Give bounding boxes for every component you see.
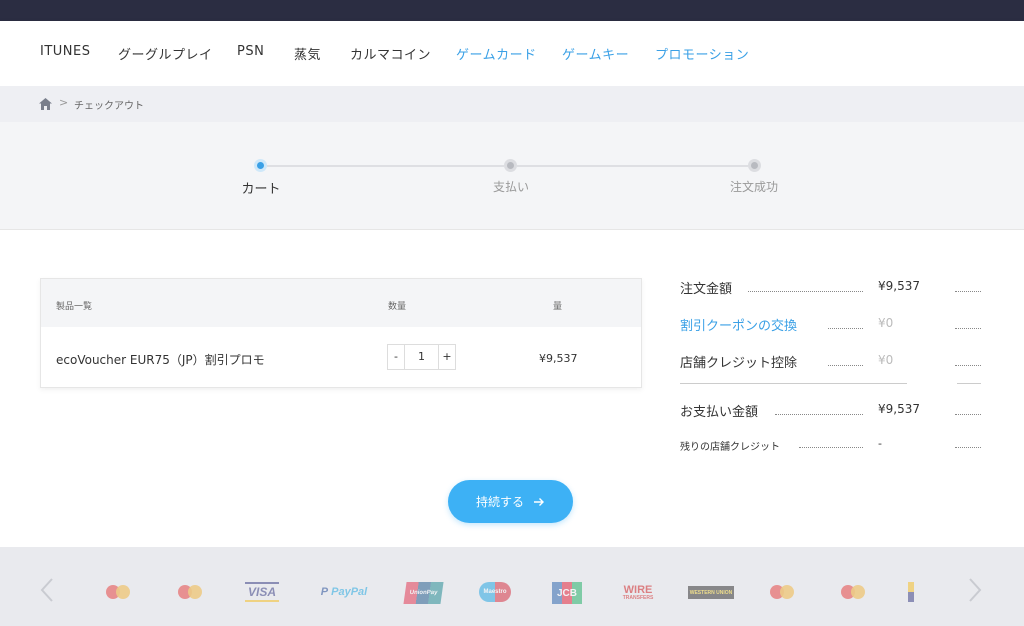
checkout-steps: カート 支払い 注文成功 — [0, 122, 1024, 230]
nav-item-google-play[interactable]: グーグルプレイ — [118, 44, 213, 63]
summary-divider — [680, 383, 907, 384]
breadcrumb: > チェックアウト — [0, 86, 1024, 122]
breadcrumb-separator: > — [59, 96, 69, 109]
cart-item-name: ecoVoucher EUR75（JP）割引プロモ — [56, 353, 265, 367]
leader-dots — [828, 328, 863, 329]
paypal-logo-text: PayPal — [331, 586, 368, 598]
step-line — [517, 165, 748, 167]
leader-dots — [955, 365, 981, 366]
western-union-logo: WESTERN UNION — [688, 586, 734, 599]
wire-transfer-logo: WIRE TRANSFERS — [620, 582, 656, 604]
continue-button-label: 持続する — [475, 495, 524, 509]
leader-dots — [799, 447, 863, 448]
mastercard-logo — [178, 582, 202, 602]
main-nav: ITUNES グーグルプレイ PSN 蒸気 カルマコイン ゲームカード ゲームキ… — [0, 21, 1024, 86]
paypal-logo: P PayPal — [320, 582, 368, 602]
continue-button[interactable]: 持続する — [448, 480, 573, 523]
step-dot-cart — [254, 159, 267, 172]
payment-amount-value: ¥9,537 — [878, 402, 920, 416]
nav-item-karma-koin[interactable]: カルマコイン — [350, 44, 431, 63]
coupon-value: ¥0 — [878, 316, 894, 330]
leader-dots — [955, 447, 981, 448]
store-credit-label: 店舗クレジット控除 — [680, 356, 798, 371]
jcb-logo: JCB — [552, 582, 582, 604]
leader-dots — [748, 291, 863, 292]
mastercard-logo — [106, 582, 130, 602]
paypal-logo-mark: P — [320, 586, 329, 598]
partial-logo — [908, 582, 914, 602]
payment-methods-carousel: VISA P PayPal UnionPay Maestro JCB WIRE T… — [0, 547, 1024, 626]
step-label-success: 注文成功 — [729, 180, 779, 194]
maestro-logo: Maestro — [479, 582, 511, 602]
step-label-cart: カート — [241, 182, 281, 197]
breadcrumb-current: チェックアウト — [74, 101, 144, 112]
order-total-label: 注文金額 — [680, 282, 733, 297]
remaining-credit-label: 残りの店舗クレジット — [680, 442, 780, 453]
remaining-credit-value: - — [878, 437, 882, 450]
nav-item-promotions[interactable]: プロモーション — [655, 44, 749, 63]
quantity-value[interactable]: 1 — [405, 345, 438, 369]
step-line — [267, 165, 504, 167]
header-quantity: 数量 — [388, 302, 407, 312]
nav-item-psn[interactable]: PSN — [237, 44, 264, 59]
quantity-increase-button[interactable]: + — [438, 345, 455, 369]
nav-item-itunes[interactable]: ITUNES — [40, 44, 90, 59]
leader-dots — [955, 291, 981, 292]
wire-logo-subtext: TRANSFERS — [622, 595, 654, 601]
cart-item-price: ¥9,537 — [539, 352, 578, 365]
leader-dots — [955, 414, 981, 415]
chevron-right-icon[interactable] — [968, 577, 982, 603]
order-total-value: ¥9,537 — [878, 279, 920, 293]
chevron-left-icon[interactable] — [40, 577, 54, 603]
nav-item-game-cards[interactable]: ゲームカード — [456, 44, 537, 63]
leader-dots — [828, 365, 863, 366]
arrow-right-icon — [534, 497, 544, 506]
cart-table-header: 製品一覧 数量 量 — [41, 279, 641, 327]
header-product: 製品一覧 — [56, 302, 93, 312]
payment-amount-label: お支払い金額 — [680, 405, 759, 420]
mastercard-logo — [841, 582, 865, 602]
visa-logo: VISA — [245, 582, 279, 602]
header-price: 量 — [553, 302, 563, 312]
leader-dots — [775, 414, 863, 415]
store-credit-value: ¥0 — [878, 353, 894, 367]
top-bar — [0, 0, 1024, 21]
cart-table: 製品一覧 数量 量 ecoVoucher EUR75（JP）割引プロモ - 1 … — [40, 278, 642, 388]
unionpay-logo: UnionPay — [403, 582, 444, 604]
leader-dots — [955, 328, 981, 329]
home-icon[interactable] — [39, 98, 52, 110]
step-dot-success — [748, 159, 761, 172]
quantity-stepper: - 1 + — [387, 344, 456, 370]
nav-item-game-keys[interactable]: ゲームキー — [562, 44, 629, 63]
step-dot-payment — [504, 159, 517, 172]
quantity-decrease-button[interactable]: - — [388, 345, 405, 369]
mastercard-logo — [770, 582, 794, 602]
summary-divider — [957, 383, 981, 384]
coupon-redeem-link[interactable]: 割引クーポンの交換 — [680, 315, 797, 334]
step-label-payment: 支払い — [492, 180, 530, 194]
nav-item-steam[interactable]: 蒸気 — [294, 44, 321, 63]
